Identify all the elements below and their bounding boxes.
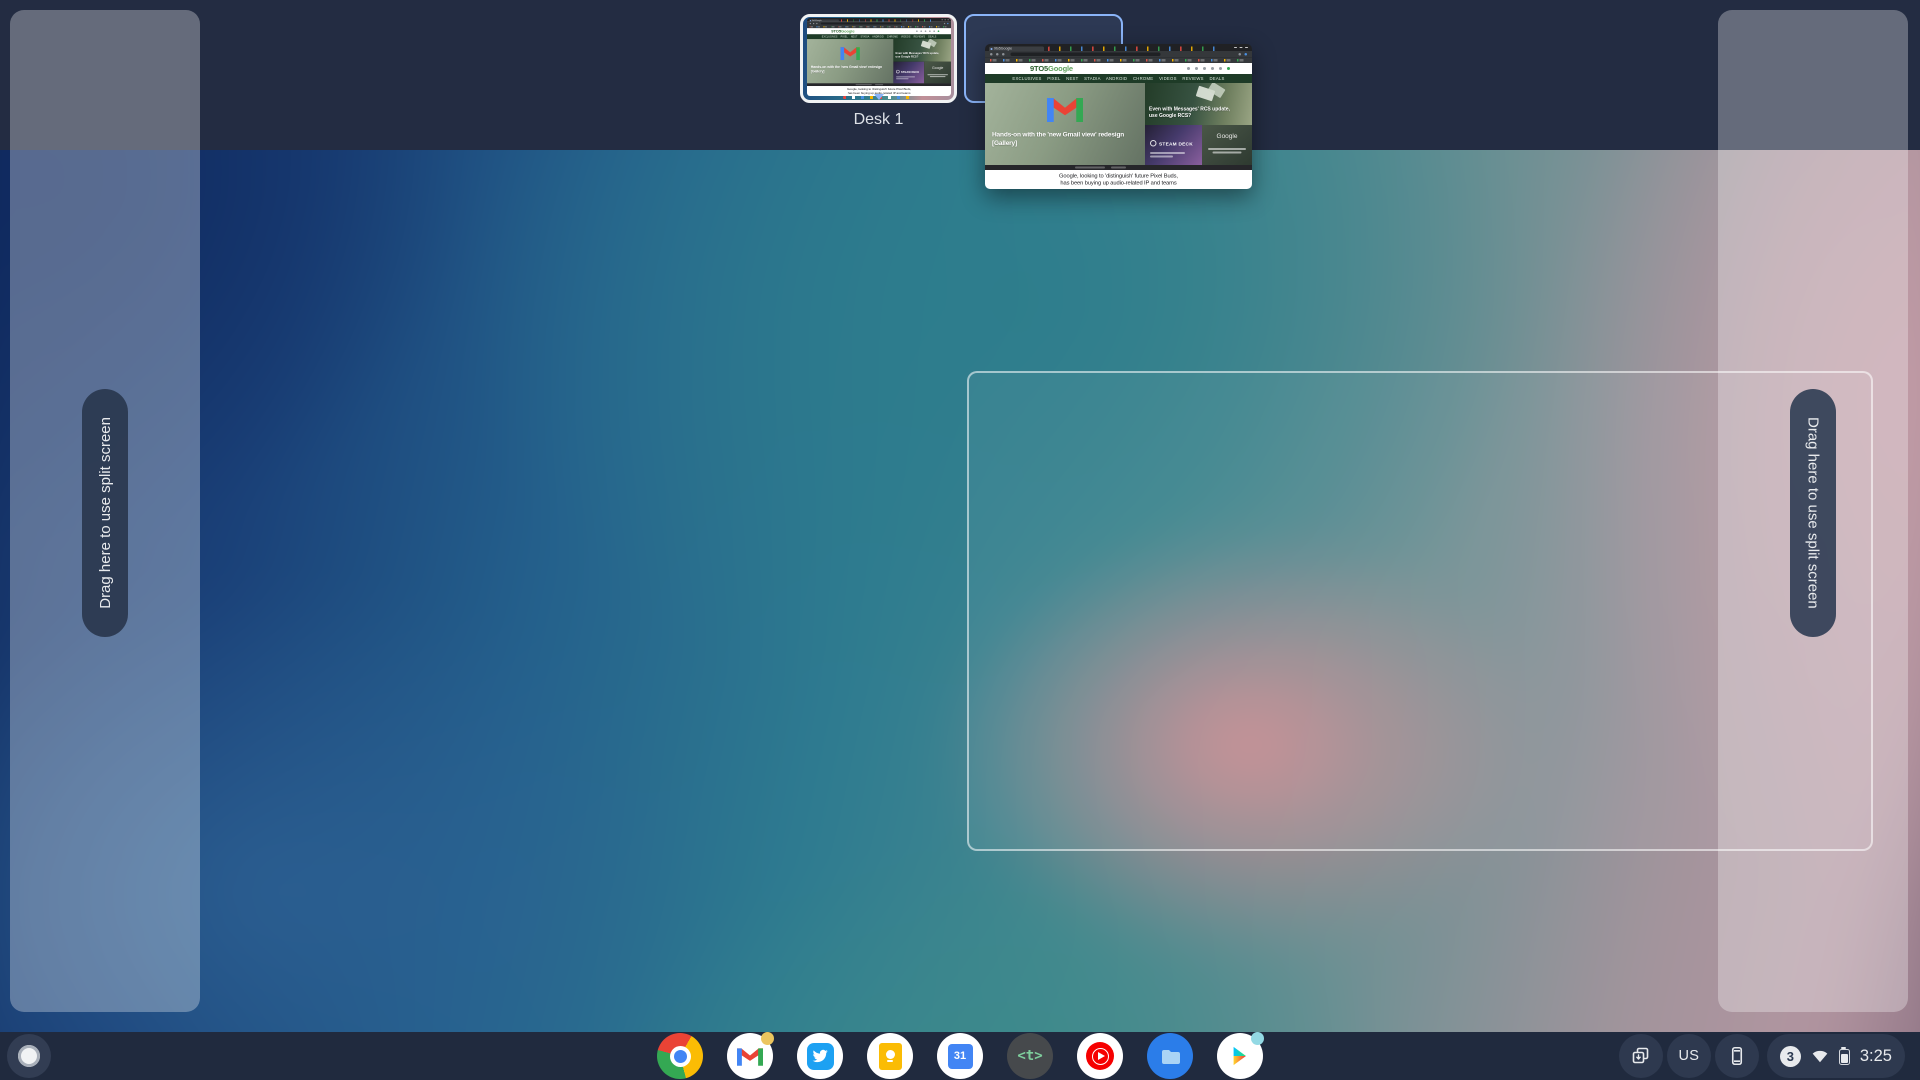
gmail-logo-icon: [1047, 95, 1083, 122]
shelf-app-youtube-music[interactable]: [1077, 1033, 1123, 1079]
site-header: 9TO5Google: [985, 63, 1252, 74]
youtube-music-icon: [1086, 1042, 1114, 1070]
bookmark-favicons: [990, 59, 1247, 62]
desk-1-window-preview: 9to5Google 9TO5Google EXCLUSIVES PIXEL: [807, 18, 951, 96]
shelf-app-text[interactable]: <t>: [1007, 1033, 1053, 1079]
split-screen-hint-label: Drag here to use split screen: [97, 417, 114, 609]
window-drop-target-outline: [967, 371, 1873, 851]
status-area: US 3 3:25: [1619, 1034, 1905, 1078]
dragged-window[interactable]: 9to5Google 9TO5Google EXCLUSIVES PIXEL N…: [985, 44, 1252, 189]
system-tray[interactable]: 3 3:25: [1767, 1034, 1905, 1078]
split-screen-left-region[interactable]: Drag here to use split screen: [10, 10, 200, 1012]
browser-preview: 9to5Google 9TO5Google EXCLUSIVES PIXEL N…: [985, 44, 1252, 189]
address-bar: [1011, 52, 1161, 56]
article-steam-deck: STEAM DECK: [1145, 125, 1202, 165]
launcher-button[interactable]: [7, 1034, 51, 1078]
site-header-icons: [916, 30, 939, 32]
main-headline: Hands-on with the 'new Gmail view' redes…: [811, 64, 882, 73]
reload-icon: [1002, 53, 1005, 56]
desk-drop-caret-icon: [874, 94, 884, 100]
desks-bar: [0, 0, 1920, 150]
screen-capture-icon: [1629, 1044, 1653, 1068]
tab-title: 9to5Google: [994, 47, 1012, 51]
page-content: Hands-on with the 'new Gmail view' redes…: [807, 39, 951, 83]
extensions-icon: [1239, 53, 1242, 56]
bookmark-favicons: [810, 26, 949, 27]
text-app-icon: <t>: [1007, 1033, 1053, 1079]
profile-avatar: [1245, 53, 1248, 56]
steam-logo-icon: [1150, 140, 1157, 147]
calendar-icon: 31: [948, 1044, 973, 1069]
side-headline: Even with Messages' RCS update, use Goog…: [1149, 106, 1230, 119]
split-screen-left-hint-pill: Drag here to use split screen: [82, 389, 128, 637]
keyboard-layout-label: US: [1679, 1048, 1700, 1064]
shelf-app-play-store[interactable]: [1217, 1033, 1263, 1079]
notification-dot: [1251, 1032, 1264, 1045]
window-titlebar: 9to5Google: [985, 44, 1252, 51]
browser-preview: 9to5Google 9TO5Google EXCLUSIVES PIXEL: [807, 18, 951, 96]
files-icon: [1147, 1033, 1193, 1079]
screen-capture-button[interactable]: [1619, 1034, 1663, 1078]
tweetdeck-icon: [807, 1043, 834, 1070]
notification-dot: [761, 1032, 774, 1045]
site-header-icons: [1187, 67, 1230, 70]
keyboard-layout-button[interactable]: US: [1667, 1034, 1711, 1078]
site-logo: 9TO5Google: [831, 29, 854, 34]
shelf: 31 <t>: [0, 1032, 1920, 1080]
shelf-app-files[interactable]: [1147, 1033, 1193, 1079]
site-logo: 9TO5Google: [1030, 65, 1073, 74]
steam-logo-icon: [896, 70, 900, 74]
article-footer: Google, looking to 'distinguish' future …: [985, 170, 1252, 189]
phone-icon: [1725, 1044, 1749, 1068]
clock: 3:25: [1860, 1047, 1892, 1066]
article-side: Even with Messages' RCS update, use Goog…: [893, 39, 951, 62]
chrome-icon: [657, 1033, 703, 1079]
shelf-apps: 31 <t>: [657, 1033, 1263, 1079]
desk-1-label[interactable]: Desk 1: [800, 111, 957, 129]
forward-icon: [813, 23, 814, 24]
battery-icon: [1839, 1049, 1850, 1065]
page-content: Hands-on with the 'new Gmail view' redes…: [985, 83, 1252, 165]
back-icon: [990, 53, 993, 56]
reload-icon: [816, 23, 817, 24]
side-headline: Even with Messages' RCS update, use Goog…: [896, 51, 940, 58]
article-side: Even with Messages' RCS update, use Goog…: [1145, 83, 1252, 125]
extensions-icon: [944, 23, 945, 24]
phone-hub-button[interactable]: [1715, 1034, 1759, 1078]
notification-badge: 3: [1780, 1046, 1801, 1067]
launcher-icon: [18, 1045, 40, 1067]
forward-icon: [996, 53, 999, 56]
shelf-app-keep[interactable]: [867, 1033, 913, 1079]
article-google: Google: [1202, 125, 1252, 165]
keep-icon: [879, 1043, 902, 1070]
shelf-app-chrome[interactable]: [657, 1033, 703, 1079]
gmail-logo-icon: [840, 46, 859, 61]
shelf-app-calendar[interactable]: 31: [937, 1033, 983, 1079]
play-store-icon: [1229, 1044, 1251, 1068]
shelf-app-gmail[interactable]: [727, 1033, 773, 1079]
window-controls-icons: [1234, 47, 1248, 48]
site-nav-links: EXCLUSIVES PIXEL NEST STADIA ANDROID CHR…: [1012, 76, 1224, 81]
main-headline: Hands-on with the 'new Gmail view' redes…: [992, 130, 1124, 147]
tab-favicon-icon: [991, 48, 993, 50]
profile-avatar: [947, 23, 948, 24]
article-steam-deck: STEAM DECK: [893, 62, 924, 84]
site-nav: EXCLUSIVES PIXEL NEST STADIA ANDROID CHR…: [985, 74, 1252, 83]
wifi-icon: [1810, 1046, 1830, 1066]
article-main: Hands-on with the 'new Gmail view' redes…: [985, 83, 1145, 165]
window-controls-icons: [941, 20, 949, 21]
back-icon: [810, 23, 811, 24]
site-nav-links: EXCLUSIVES PIXEL NEST STADIA ANDROID CHR…: [822, 35, 937, 38]
shelf-app-tweetdeck[interactable]: [797, 1033, 843, 1079]
gmail-icon: [737, 1046, 763, 1066]
article-main: Hands-on with the 'new Gmail view' redes…: [807, 39, 893, 83]
article-google: Google: [924, 62, 951, 84]
desk-1-thumbnail[interactable]: 9to5Google 9TO5Google EXCLUSIVES PIXEL: [800, 14, 957, 103]
